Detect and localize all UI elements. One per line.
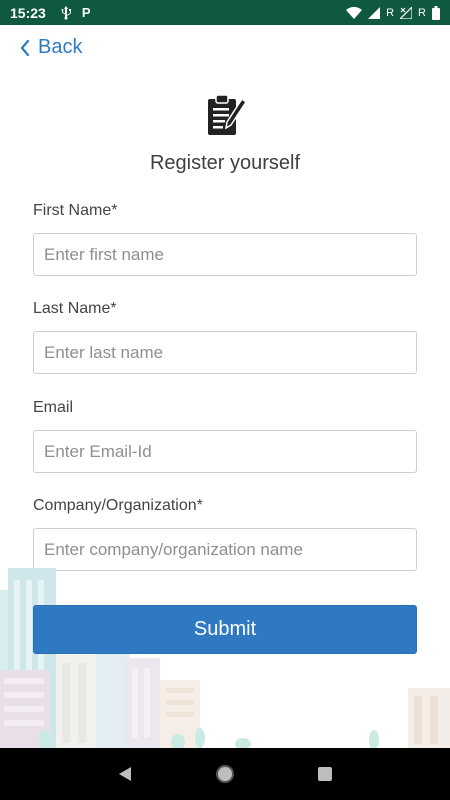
first-name-input[interactable] <box>33 233 417 276</box>
company-label: Company/Organization* <box>33 497 203 514</box>
square-recents-icon[interactable] <box>310 759 340 789</box>
submit-button[interactable]: Submit <box>33 605 417 654</box>
no-signal-icon <box>400 6 413 19</box>
email-label: Email <box>33 399 74 416</box>
chevron-left-icon <box>20 39 30 56</box>
triangle-back-icon[interactable] <box>110 759 140 789</box>
back-label: Back <box>38 36 83 58</box>
first-name-label: First Name* <box>33 202 118 219</box>
battery-icon <box>432 5 440 20</box>
circle-home-icon[interactable] <box>210 759 240 789</box>
system-nav-bar <box>0 748 450 800</box>
wifi-icon <box>346 6 363 19</box>
signal-icon <box>368 6 381 19</box>
usb-icon <box>60 5 72 20</box>
last-name-input[interactable] <box>33 331 417 374</box>
signal1-label: R <box>386 6 395 19</box>
status-bar: 15:23 P R R <box>0 0 450 25</box>
page-title: Register yourself <box>149 152 301 174</box>
email-input[interactable] <box>33 430 417 473</box>
status-time: 15:23 <box>10 4 46 21</box>
last-name-label: Last Name* <box>33 300 117 317</box>
status-right: R R <box>346 5 440 20</box>
signal2-label: R <box>418 6 426 19</box>
city-skyline-illustration <box>0 568 450 748</box>
clipboard-edit-icon <box>208 94 246 135</box>
back-button[interactable]: Back <box>20 36 82 59</box>
p-badge: P <box>81 5 91 20</box>
